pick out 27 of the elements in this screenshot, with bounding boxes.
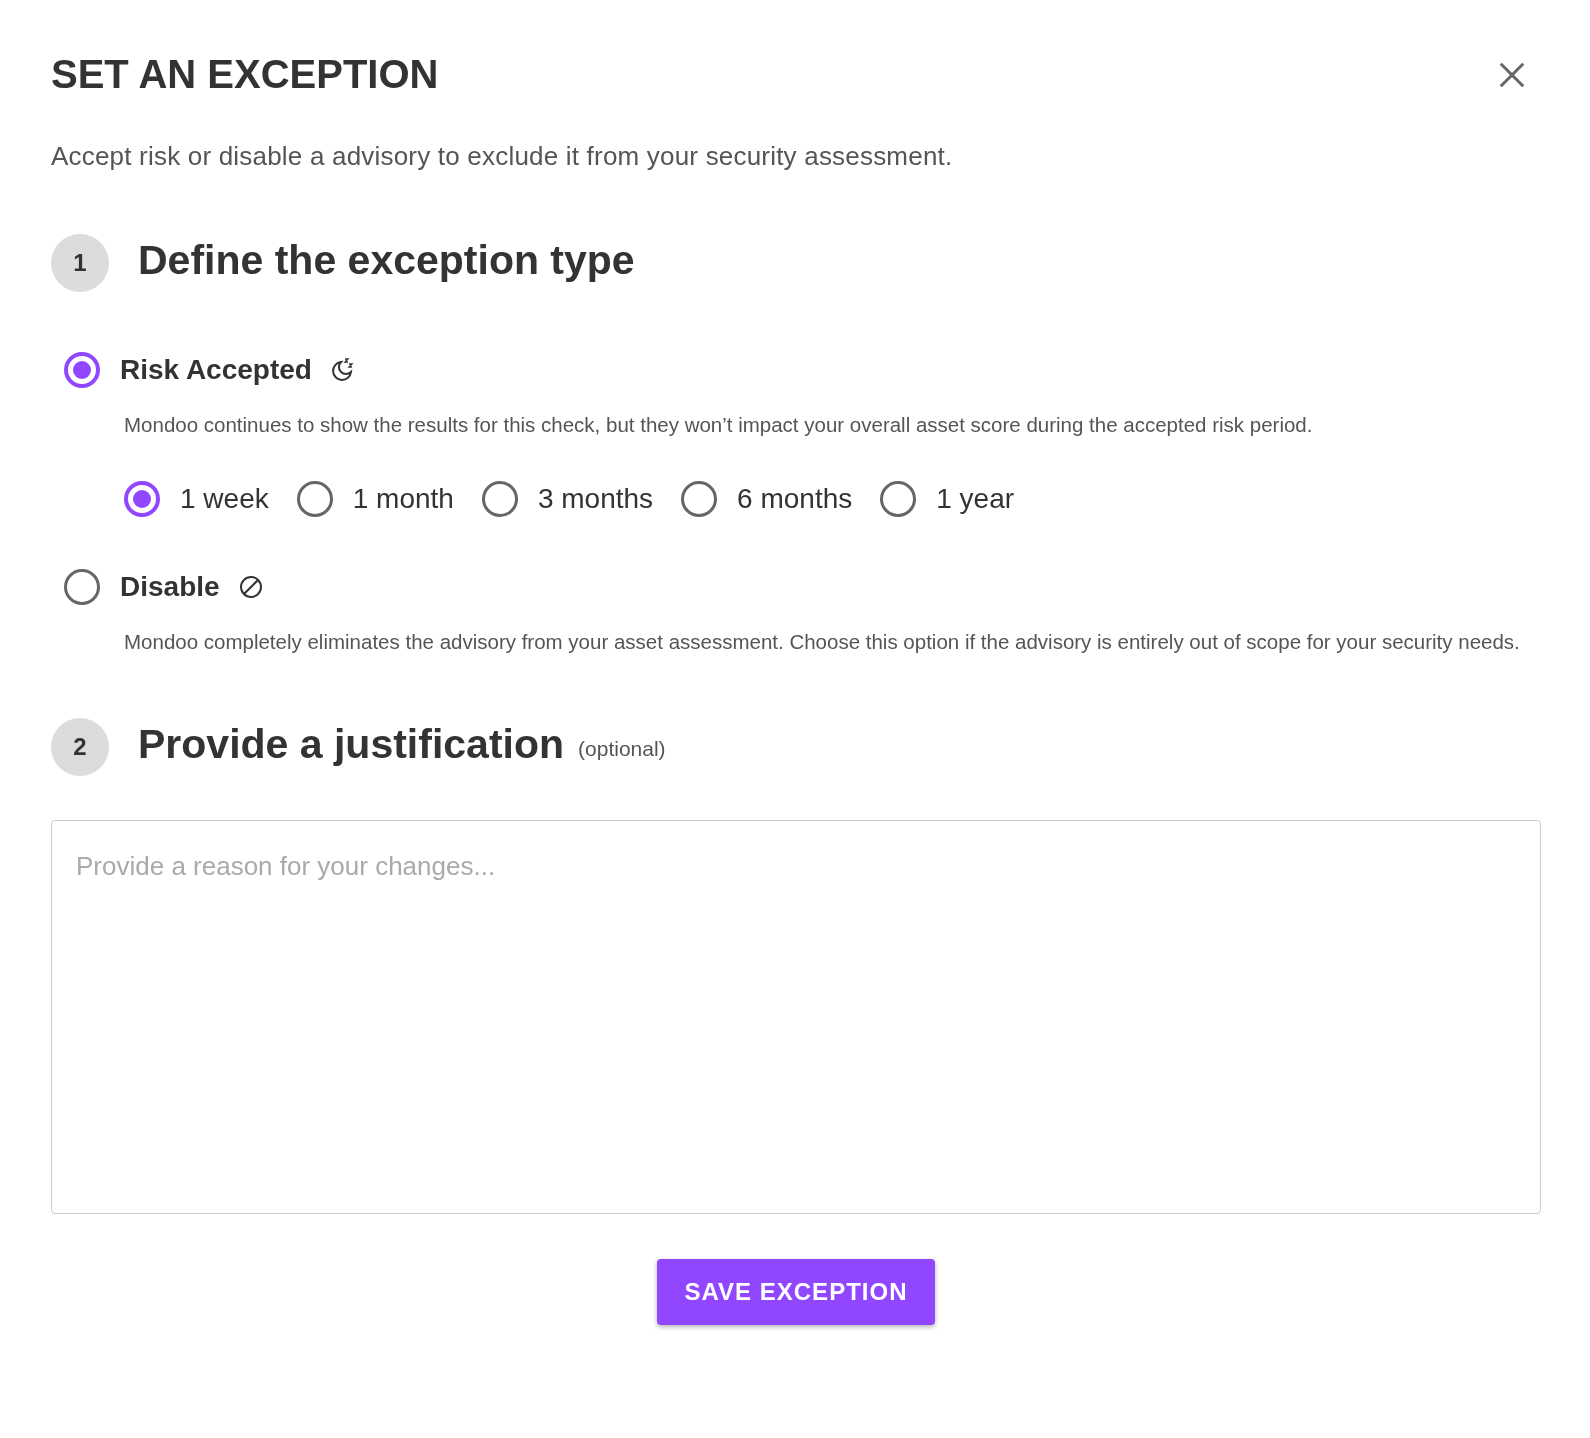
moon-icon	[329, 357, 356, 383]
dialog-title: SET AN EXCEPTION	[51, 52, 439, 97]
step-heading: Provide a justification	[138, 720, 565, 768]
dialog-subtitle: Accept risk or disable a advisory to exclude it from your security assessment.	[51, 141, 954, 172]
duration-label: 3 months	[537, 483, 654, 515]
radio-button[interactable]	[880, 481, 917, 517]
save-button[interactable]: SAVE EXCEPTION	[656, 1259, 936, 1325]
duration-label: 6 months	[737, 483, 853, 515]
option-label: Disable	[120, 571, 220, 603]
option-label: Risk Accepted	[120, 354, 312, 386]
prohibited-icon	[237, 574, 264, 600]
optional-note: (optional)	[578, 737, 666, 761]
step-heading: Define the exception type	[138, 236, 635, 284]
justification-field[interactable]: Provide a reason for your changes...	[51, 820, 1541, 1214]
step-number: 2	[51, 718, 109, 776]
step-number: 1	[51, 234, 109, 292]
option-description: Mondoo completely eliminates the advisory from your asset assessment. Choose this option if the advisory is entirely out of scope for your security needs.	[124, 629, 1521, 655]
radio-button[interactable]	[296, 481, 333, 517]
radio-button[interactable]	[124, 481, 160, 517]
option-description: Mondoo continues to show the results for this check, but they won’t impact your overall asset score during the accepted risk period.	[124, 412, 1314, 438]
radio-button[interactable]	[681, 481, 718, 517]
duration-label: 1 week	[180, 483, 269, 515]
radio-button[interactable]	[64, 352, 100, 388]
duration-label: 1 month	[352, 483, 454, 515]
radio-button[interactable]	[481, 481, 518, 517]
radio-button[interactable]	[64, 569, 100, 605]
duration-label: 1 year	[936, 483, 1015, 515]
